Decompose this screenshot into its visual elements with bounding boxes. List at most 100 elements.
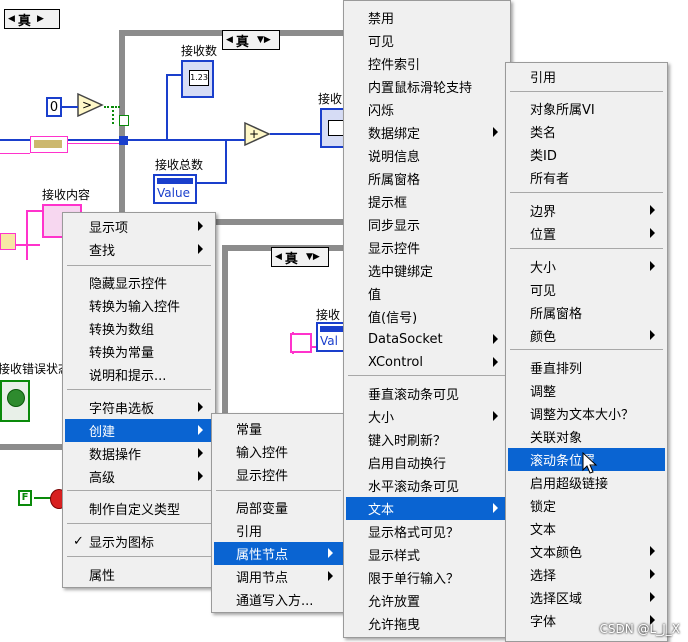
menu-item[interactable]: 调整为文本大小？ bbox=[508, 402, 665, 425]
menu-item[interactable]: 类ID bbox=[508, 143, 665, 166]
menu-item[interactable]: 允许放置 bbox=[346, 589, 508, 612]
menu-item[interactable]: 文本颜色 bbox=[508, 540, 665, 563]
menu-item[interactable]: ✓ 显示为图标 bbox=[65, 530, 213, 553]
numeric-constant[interactable]: 0 bbox=[46, 97, 62, 117]
menu-item[interactable]: 水平滚动条可见 bbox=[346, 474, 508, 497]
add-node[interactable]: + bbox=[243, 121, 271, 147]
menu-item[interactable]: 通道写入方... bbox=[214, 588, 343, 611]
menu-item[interactable]: 常量 bbox=[214, 417, 343, 440]
menu-item[interactable]: 大小 bbox=[346, 405, 508, 428]
wire-dotted bbox=[112, 106, 114, 124]
wire bbox=[270, 133, 322, 135]
menu-item-label: 所属窗格 bbox=[368, 173, 421, 188]
menu-item[interactable]: 调整 bbox=[508, 379, 665, 402]
value-indicator[interactable]: Value bbox=[153, 174, 197, 204]
menu-item[interactable]: 局部变量 bbox=[214, 496, 343, 519]
menu-item[interactable]: 显示控件 bbox=[214, 463, 343, 486]
menu-item[interactable]: 隐藏显示控件 bbox=[65, 271, 213, 294]
menu-item[interactable]: 选择 bbox=[508, 563, 665, 586]
menu-item[interactable]: 转换为输入控件 bbox=[65, 294, 213, 317]
menu-item[interactable]: 限于单行输入？ bbox=[346, 566, 508, 589]
menu-item[interactable]: 引用 bbox=[214, 519, 343, 542]
string-indicator-2[interactable] bbox=[290, 333, 312, 353]
diagram-right-edge bbox=[510, 0, 688, 70]
menu-item[interactable]: 引用 bbox=[508, 65, 665, 88]
string-constant[interactable] bbox=[30, 136, 68, 153]
menu-item-label: 选择区域 bbox=[530, 592, 583, 607]
menu-item[interactable]: 选择区域 bbox=[508, 586, 665, 609]
wire bbox=[62, 106, 78, 108]
menu-item[interactable]: 关联对象 bbox=[508, 425, 665, 448]
recv-label-4: 接收 bbox=[316, 308, 341, 322]
menu-item[interactable]: DataSocket bbox=[346, 328, 508, 351]
boolean-led[interactable] bbox=[0, 380, 30, 422]
case-selector-inner-1[interactable]: ◀ 真 ▼▶ bbox=[222, 30, 280, 50]
menu-item[interactable]: 控件索引 bbox=[346, 52, 508, 75]
text-submenu: 引用对象所属VI 类名 类ID 所有者边界 位置大小 可见 所属窗格 颜色垂直排列 调整 调整为文… bbox=[505, 62, 668, 642]
menu-item[interactable]: 转换为数组 bbox=[65, 317, 213, 340]
menu-item-label: 选择 bbox=[530, 569, 557, 584]
menu-item-label: XControl bbox=[368, 355, 423, 370]
case-selector-inner-2[interactable]: ◀ 真 ▼▶ bbox=[271, 247, 329, 267]
menu-item[interactable]: 显示控件 bbox=[346, 236, 508, 259]
menu-item[interactable]: 属性节点 bbox=[214, 542, 343, 565]
submenu-arrow-icon bbox=[650, 261, 655, 271]
numeric-indicator[interactable]: 1.23 bbox=[181, 60, 214, 98]
menu-item[interactable]: 允许拖曳 bbox=[346, 612, 508, 635]
false-constant[interactable]: F bbox=[18, 490, 32, 506]
menu-item[interactable]: 查找 bbox=[65, 238, 213, 261]
menu-item[interactable]: 内置鼠标滑轮支持 bbox=[346, 75, 508, 98]
menu-item-label: 数据绑定 bbox=[368, 127, 421, 142]
string-constant-2[interactable] bbox=[0, 233, 16, 250]
menu-item[interactable]: 文本 bbox=[508, 517, 665, 540]
submenu-arrow-icon bbox=[650, 205, 655, 215]
case-selector-outer[interactable]: ◀ 真 ▶ bbox=[4, 9, 60, 29]
menu-item[interactable]: 所有者 bbox=[508, 166, 665, 189]
menu-item[interactable]: XControl bbox=[346, 351, 508, 374]
menu-item-label: 常量 bbox=[236, 423, 263, 438]
menu-item[interactable]: 值(信号) bbox=[346, 305, 508, 328]
menu-item[interactable]: 可见 bbox=[508, 278, 665, 301]
menu-item[interactable]: 垂直滚动条可见 bbox=[346, 382, 508, 405]
menu-item[interactable]: 提示框 bbox=[346, 190, 508, 213]
menu-item[interactable]: 调用节点 bbox=[214, 565, 343, 588]
menu-item[interactable]: 启用自动换行 bbox=[346, 451, 508, 474]
menu-item[interactable]: 所属窗格 bbox=[346, 167, 508, 190]
menu-item[interactable]: 值 bbox=[346, 282, 508, 305]
menu-item-label: 引用 bbox=[236, 525, 263, 540]
menu-item[interactable]: 数据绑定 bbox=[346, 121, 508, 144]
menu-item[interactable]: 输入控件 bbox=[214, 440, 343, 463]
menu-item[interactable]: 数据操作 bbox=[65, 442, 213, 465]
menu-item[interactable]: 属性 bbox=[65, 563, 213, 586]
menu-item[interactable]: 字符串选板 bbox=[65, 396, 213, 419]
menu-item[interactable]: 键入时刷新？ bbox=[346, 428, 508, 451]
menu-item[interactable]: 位置 bbox=[508, 222, 665, 245]
menu-item[interactable]: 闪烁 bbox=[346, 98, 508, 121]
menu-item[interactable]: 显示项 bbox=[65, 215, 213, 238]
menu-item[interactable]: 所属窗格 bbox=[508, 301, 665, 324]
menu-item[interactable]: 锁定 bbox=[508, 494, 665, 517]
menu-item[interactable]: 显示格式可见？ bbox=[346, 520, 508, 543]
menu-item[interactable]: 边界 bbox=[508, 199, 665, 222]
menu-item[interactable]: 垂直排列 bbox=[508, 356, 665, 379]
menu-item[interactable]: 创建 bbox=[65, 419, 213, 442]
menu-item[interactable]: 转换为常量 bbox=[65, 340, 213, 363]
menu-item[interactable]: 同步显示 bbox=[346, 213, 508, 236]
wire bbox=[225, 139, 227, 183]
menu-item[interactable]: 大小 bbox=[508, 255, 665, 278]
recv-count-label-2: 接收 bbox=[318, 92, 343, 106]
menu-item[interactable]: 制作自定义类型 bbox=[65, 497, 213, 520]
menu-item[interactable]: 颜色 bbox=[508, 324, 665, 347]
menu-item[interactable]: 说明信息 bbox=[346, 144, 508, 167]
menu-item[interactable]: 类名 bbox=[508, 120, 665, 143]
menu-item[interactable]: 说明和提示... bbox=[65, 363, 213, 386]
menu-item[interactable]: 文本 bbox=[346, 497, 508, 520]
menu-item[interactable]: 禁用 bbox=[346, 6, 508, 29]
property-node-submenu: 禁用 可见 控件索引 内置鼠标滑轮支持 闪烁数据绑定说明信息所属窗格提示框 同步显示 显示控… bbox=[343, 0, 511, 638]
menu-item[interactable]: 对象所属VI bbox=[508, 97, 665, 120]
menu-item[interactable]: 选中键绑定 bbox=[346, 259, 508, 282]
menu-item[interactable]: 高级 bbox=[65, 465, 213, 488]
menu-item[interactable]: 可见 bbox=[346, 29, 508, 52]
menu-item[interactable]: 显示样式 bbox=[346, 543, 508, 566]
compare-node[interactable]: > bbox=[76, 92, 104, 118]
